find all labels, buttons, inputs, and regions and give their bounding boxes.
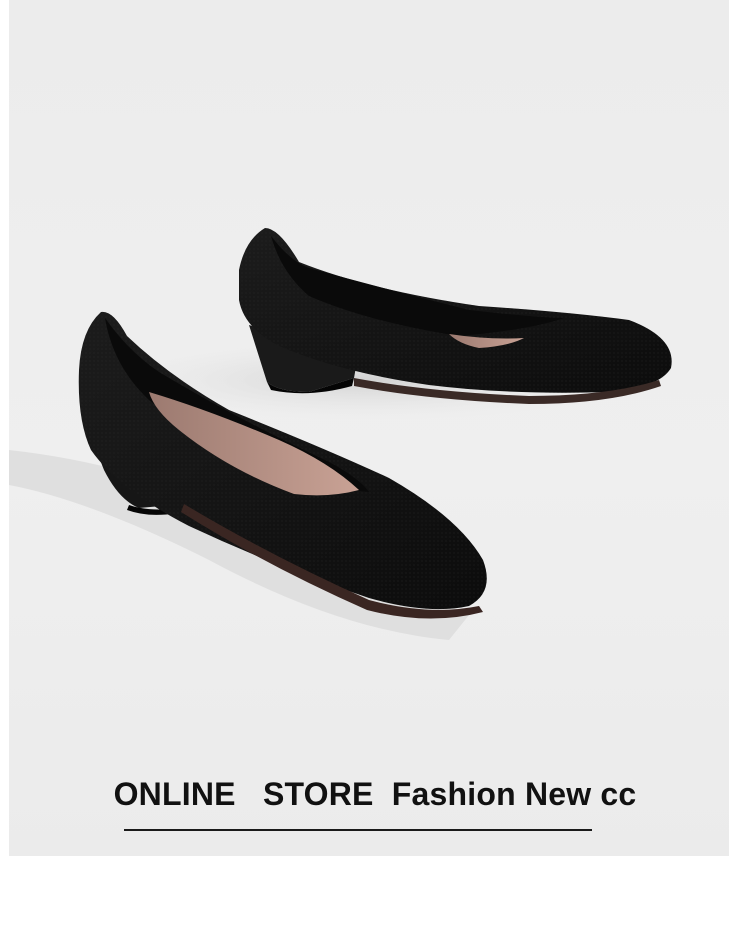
blank-footer-area bbox=[0, 856, 750, 944]
caption-underline bbox=[124, 829, 592, 831]
product-photo bbox=[9, 0, 729, 856]
store-caption: ONLINE STORE Fashion New cc bbox=[113, 776, 637, 812]
shoe-illustration bbox=[9, 228, 672, 640]
back-shoe bbox=[239, 228, 672, 404]
